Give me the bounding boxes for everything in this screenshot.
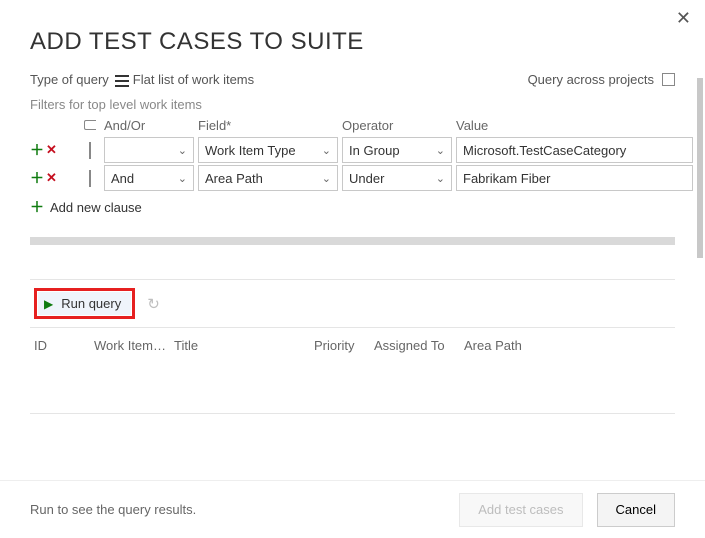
- col-area[interactable]: Area Path: [464, 338, 671, 353]
- query-type-label: Type of query: [30, 72, 109, 87]
- field-select[interactable]: Work Item Type⌄: [198, 137, 338, 163]
- header-andor: And/Or: [104, 118, 194, 133]
- group-checkbox[interactable]: [89, 170, 91, 187]
- chevron-down-icon: ⌄: [436, 172, 445, 185]
- footer-message: Run to see the query results.: [30, 502, 445, 517]
- clause-row: ＋ ✕ ⌄ Work Item Type⌄ In Group⌄: [30, 137, 693, 163]
- query-type-value[interactable]: Flat list of work items: [133, 72, 254, 87]
- col-work-item[interactable]: Work Item…: [94, 338, 174, 353]
- play-icon: ▶: [44, 297, 53, 311]
- operator-select[interactable]: In Group⌄: [342, 137, 452, 163]
- query-type-row: Type of query Flat list of work items Qu…: [0, 66, 705, 97]
- dialog-title: ADD TEST CASES TO SUITE: [0, 0, 705, 66]
- clause-row: ＋ ✕ And⌄ Area Path⌄ Under⌄: [30, 165, 693, 191]
- value-input[interactable]: Microsoft.TestCaseCategory: [456, 137, 693, 163]
- col-title[interactable]: Title: [174, 338, 314, 353]
- query-across-label: Query across projects: [528, 72, 654, 87]
- add-new-clause[interactable]: ＋ Add new clause: [30, 191, 693, 217]
- chevron-down-icon: ⌄: [436, 144, 445, 157]
- flat-list-icon: [115, 75, 129, 87]
- field-select[interactable]: Area Path⌄: [198, 165, 338, 191]
- refresh-icon[interactable]: ↻: [147, 295, 160, 313]
- remove-clause-icon[interactable]: ✕: [46, 142, 57, 158]
- footer: Run to see the query results. Add test c…: [0, 480, 705, 538]
- header-value: Value: [456, 118, 693, 133]
- vertical-scrollbar[interactable]: [697, 78, 703, 258]
- close-icon[interactable]: ✕: [676, 8, 691, 29]
- header-operator: Operator: [342, 118, 452, 133]
- filters-section-label: Filters for top level work items: [0, 97, 705, 118]
- add-test-cases-dialog: ✕ ADD TEST CASES TO SUITE Type of query …: [0, 0, 705, 538]
- andor-select[interactable]: And⌄: [104, 165, 194, 191]
- horizontal-scrollbar[interactable]: [30, 237, 675, 245]
- results-panel: ▶ Run query ↻ ID Work Item… Title Priori…: [30, 279, 675, 414]
- chevron-down-icon: ⌄: [178, 172, 187, 185]
- query-across-checkbox[interactable]: [662, 73, 675, 86]
- cancel-button[interactable]: Cancel: [597, 493, 675, 527]
- filters-header: And/Or Field* Operator Value: [30, 118, 693, 137]
- operator-select[interactable]: Under⌄: [342, 165, 452, 191]
- group-checkbox[interactable]: [89, 142, 91, 159]
- filters-grid: And/Or Field* Operator Value ＋ ✕ ⌄ Work …: [0, 118, 705, 217]
- chevron-down-icon: ⌄: [178, 144, 187, 157]
- plus-icon: ＋: [30, 197, 44, 217]
- chevron-down-icon: ⌄: [322, 144, 331, 157]
- value-input[interactable]: Fabrikam Fiber: [456, 165, 693, 191]
- add-clause-icon[interactable]: ＋: [30, 168, 44, 188]
- col-id[interactable]: ID: [34, 338, 94, 353]
- remove-clause-icon[interactable]: ✕: [46, 170, 57, 186]
- run-query-button[interactable]: ▶ Run query: [38, 292, 131, 315]
- header-field: Field*: [198, 118, 338, 133]
- group-icon: [84, 120, 96, 130]
- chevron-down-icon: ⌄: [322, 172, 331, 185]
- add-clause-icon[interactable]: ＋: [30, 140, 44, 160]
- results-columns: ID Work Item… Title Priority Assigned To…: [30, 327, 675, 413]
- andor-select[interactable]: ⌄: [104, 137, 194, 163]
- add-test-cases-button[interactable]: Add test cases: [459, 493, 582, 527]
- col-priority[interactable]: Priority: [314, 338, 374, 353]
- col-assigned[interactable]: Assigned To: [374, 338, 464, 353]
- highlight-annotation: ▶ Run query: [34, 288, 135, 319]
- results-toolbar: ▶ Run query ↻: [30, 280, 675, 327]
